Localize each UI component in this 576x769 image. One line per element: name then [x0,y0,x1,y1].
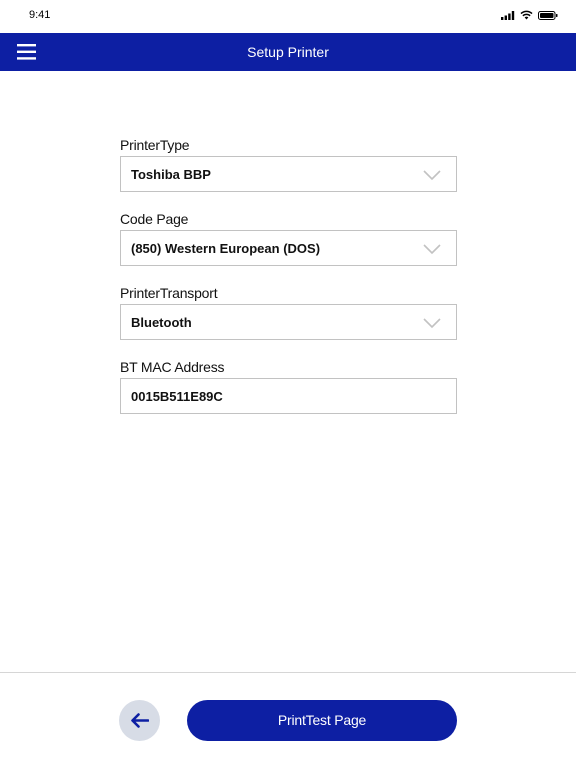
bt-mac-address-input[interactable]: 0015B511E89C [120,378,457,414]
battery-icon [538,10,558,20]
signal-icon [501,10,515,20]
chevron-down-icon [423,244,441,255]
status-icons [501,10,558,20]
chevron-down-icon [423,318,441,329]
code-page-select[interactable]: (850) Western European (DOS) [120,230,457,266]
wifi-icon [520,10,533,20]
bt-mac-address-label: BT MAC Address [120,359,225,375]
printer-transport-group: PrinterTransport Bluetooth [120,284,457,358]
chevron-down-icon [423,170,441,181]
page-title: Setup Printer [247,44,329,60]
code-page-group: Code Page (850) Western European (DOS) [120,210,457,284]
bottom-action-bar: PrintTest Page [0,672,576,769]
arrow-left-icon [131,713,149,728]
printer-setup-form: PrinterType Toshiba BBP Code Page (850) … [120,136,457,432]
nav-bar: Setup Printer [0,33,576,71]
status-time: 9:41 [29,9,51,21]
printer-type-group: PrinterType Toshiba BBP [120,136,457,210]
printer-type-label: PrinterType [120,137,190,153]
printer-transport-label: PrinterTransport [120,285,218,301]
back-button[interactable] [119,700,160,741]
printer-transport-value: Bluetooth [131,315,192,330]
bt-mac-address-group: BT MAC Address 0015B511E89C [120,358,457,432]
printer-transport-select[interactable]: Bluetooth [120,304,457,340]
code-page-label: Code Page [120,211,189,227]
bt-mac-address-value: 0015B511E89C [131,389,223,404]
printer-type-select[interactable]: Toshiba BBP [120,156,457,192]
printer-type-value: Toshiba BBP [131,167,211,182]
print-test-page-button[interactable]: PrintTest Page [187,700,457,741]
code-page-value: (850) Western European (DOS) [131,241,321,256]
status-bar: 9:41 [0,0,576,33]
